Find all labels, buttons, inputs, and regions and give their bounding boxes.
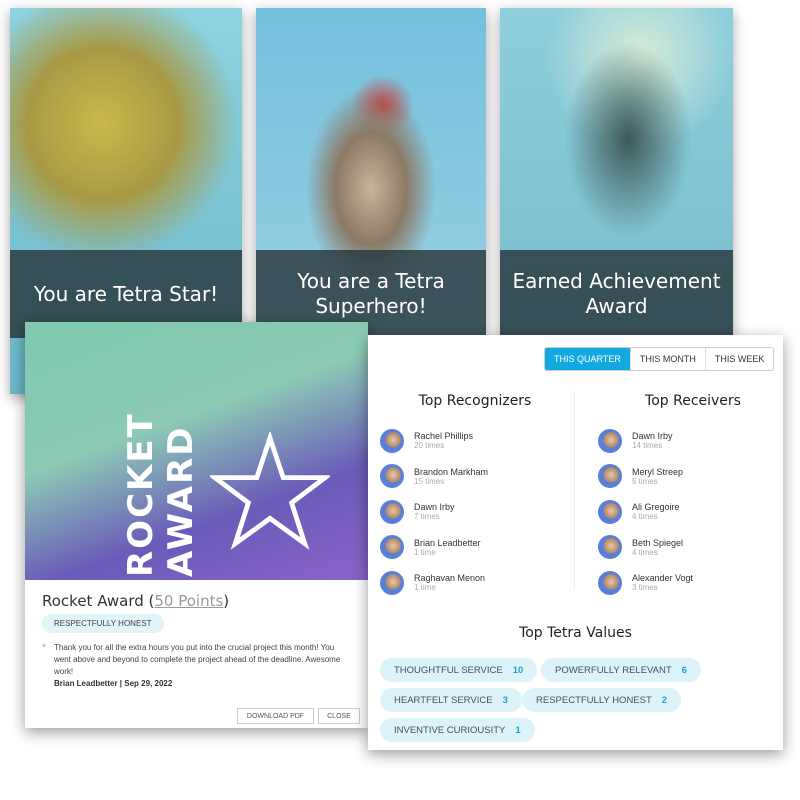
person-count: 7 times <box>414 512 440 522</box>
message-text: Thank you for all the extra hours you pu… <box>54 643 341 676</box>
avatar <box>598 535 622 560</box>
avatar <box>598 499 622 524</box>
person-count: 15 times <box>414 476 445 486</box>
top-receivers: Top Receivers Dawn Irby 14 times Meryl Str… <box>598 393 783 601</box>
tab-this-week[interactable]: THIS WEEK <box>704 348 774 370</box>
download-pdf-button[interactable]: DOWNLOAD PDF <box>237 708 314 724</box>
value-label: POWERFULLY RELEVANT <box>555 664 672 676</box>
avatar <box>380 535 404 560</box>
tab-this-month[interactable]: THIS MONTH <box>629 348 705 370</box>
person-name: Beth Spiegel <box>632 537 684 548</box>
rocket-award-dialog: ROCKET AWARD Rocket Award (50 Points) RE… <box>25 322 368 728</box>
person-name: Rachel Phillips <box>414 431 474 442</box>
value-label: INVENTIVE CURIOUSITY <box>394 724 506 736</box>
value-label: THOUGHTFUL SERVICE <box>394 664 503 676</box>
avatar <box>598 428 622 453</box>
value-count: 1 <box>515 724 521 736</box>
points-link[interactable]: 50 Points <box>154 592 223 610</box>
star-icon <box>210 432 330 550</box>
person-name: Ali Gregoire <box>632 502 680 513</box>
avatar <box>380 570 404 595</box>
top-recognizers: Top Recognizers Rachel Phillips 20 times B… <box>380 393 570 601</box>
section-title: Top Receivers <box>645 393 741 409</box>
avatar <box>380 499 404 524</box>
avatar <box>598 570 622 595</box>
value-tag: RESPECTFULLY HONEST <box>42 614 164 633</box>
person-count: 5 times <box>632 476 658 486</box>
value-pill[interactable]: RESPECTFULLY HONEST 2 <box>522 688 682 712</box>
person-name: Dawn Irby <box>414 502 455 513</box>
quote-icon: “ <box>42 643 46 652</box>
value-pill[interactable]: POWERFULLY RELEVANT 6 <box>541 658 701 682</box>
person-name: Dawn Irby <box>632 431 673 442</box>
award-card-superhero[interactable]: You are a Tetra Superhero! <box>256 8 486 336</box>
value-label: RESPECTFULLY HONEST <box>536 694 652 706</box>
award-card-achievement[interactable]: Earned Achievement Award <box>500 8 733 336</box>
person-count: 1 time <box>414 547 436 557</box>
rocket-award-banner: ROCKET AWARD <box>121 412 201 577</box>
award-message: “ Thank you for all the extra hours you p… <box>42 642 352 678</box>
person-count: 14 times <box>632 441 663 451</box>
person-name: Meryl Streep <box>632 466 684 477</box>
close-button[interactable]: CLOSE <box>318 708 360 724</box>
award-title: Rocket Award (50 Points) <box>42 592 230 610</box>
rocket-award-image: ROCKET AWARD <box>25 322 368 580</box>
person-count: 20 times <box>414 441 445 451</box>
divider <box>574 390 575 590</box>
author-line: Brian Leadbetter | Sep 29, 2022 <box>54 679 173 688</box>
avatar <box>598 464 622 489</box>
person-row[interactable]: Dawn Irby 7 times <box>380 494 570 530</box>
award-card-title: Earned Achievement Award <box>500 250 733 336</box>
person-row[interactable]: Dawn Irby 14 times <box>598 423 783 459</box>
person-name: Alexander Vogt <box>632 573 694 584</box>
value-pill[interactable]: HEARTFELT SERVICE 3 <box>380 688 522 712</box>
period-toggle: THIS QUARTER THIS MONTH THIS WEEK <box>544 347 775 371</box>
person-count: 1 time <box>414 583 436 593</box>
values-title: Top Tetra Values <box>519 625 632 641</box>
person-row[interactable]: Ali Gregoire 4 times <box>598 494 783 530</box>
person-row[interactable]: Raghavan Menon 1 time <box>380 565 570 601</box>
person-row[interactable]: Brian Leadbetter 1 time <box>380 530 570 566</box>
person-row[interactable]: Beth Spiegel 4 times <box>598 530 783 566</box>
value-count: 2 <box>661 694 668 706</box>
person-count: 3 times <box>632 583 658 593</box>
person-name: Brandon Markham <box>414 466 489 477</box>
person-count: 4 times <box>632 547 658 557</box>
person-name: Brian Leadbetter <box>414 537 481 548</box>
value-count: 3 <box>502 694 508 706</box>
value-count: 10 <box>512 664 524 676</box>
avatar <box>380 428 404 453</box>
person-row[interactable]: Meryl Streep 5 times <box>598 459 783 495</box>
value-pill[interactable]: THOUGHTFUL SERVICE 10 <box>380 658 538 682</box>
person-name: Raghavan Menon <box>414 573 486 584</box>
person-count: 4 times <box>632 512 658 522</box>
value-label: HEARTFELT SERVICE <box>394 694 493 706</box>
stats-panel: THIS QUARTER THIS MONTH THIS WEEK Top Re… <box>368 335 783 750</box>
section-title: Top Recognizers <box>418 393 532 409</box>
tab-this-quarter[interactable]: THIS QUARTER <box>545 348 630 370</box>
avatar <box>380 464 404 489</box>
person-row[interactable]: Rachel Phillips 20 times <box>380 423 570 459</box>
value-pill[interactable]: INVENTIVE CURIOUSITY 1 <box>380 718 535 742</box>
value-count: 6 <box>681 664 687 676</box>
person-row[interactable]: Alexander Vogt 3 times <box>598 565 783 601</box>
award-name: Rocket Award <box>42 592 144 610</box>
person-row[interactable]: Brandon Markham 15 times <box>380 459 570 495</box>
